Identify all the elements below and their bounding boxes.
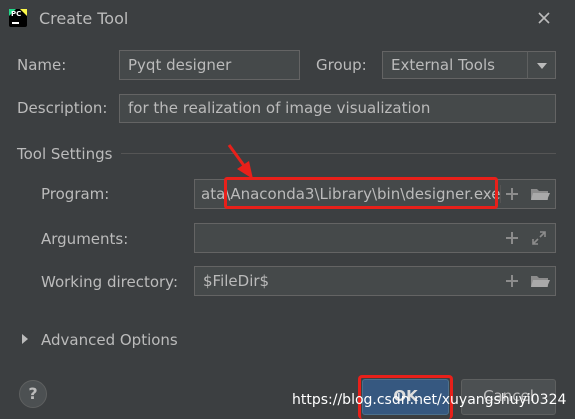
watermark: https://blog.csdn.net/xuyangshuyi0324: [292, 392, 567, 408]
working-directory-label: Working directory:: [41, 273, 179, 291]
close-icon[interactable]: [533, 7, 555, 29]
description-field[interactable]: for the realization of image visualizati…: [119, 94, 556, 123]
plus-icon[interactable]: [504, 230, 520, 246]
group-label: Group:: [316, 56, 367, 74]
help-button[interactable]: ?: [19, 380, 47, 408]
separator: [500, 185, 501, 203]
arguments-label: Arguments:: [41, 230, 129, 248]
advanced-options-toggle[interactable]: Advanced Options: [41, 331, 178, 349]
section-divider: [121, 153, 556, 154]
plus-icon[interactable]: [504, 273, 520, 289]
section-title: Tool Settings: [17, 145, 113, 163]
name-field[interactable]: Pyqt designer: [119, 50, 300, 80]
program-label: Program:: [41, 185, 110, 203]
arguments-field[interactable]: [194, 223, 556, 253]
plus-icon[interactable]: [504, 186, 520, 202]
title-bar: PC Create Tool: [0, 0, 575, 36]
dialog-title: Create Tool: [39, 9, 129, 28]
red-arrow-icon: [227, 144, 253, 179]
expand-arrow-icon[interactable]: [22, 334, 28, 344]
pycharm-logo-icon: PC: [9, 9, 27, 27]
working-directory-field[interactable]: $FileDir$: [194, 266, 556, 296]
expand-icon[interactable]: [531, 230, 547, 246]
description-label: Description:: [17, 99, 108, 117]
folder-icon[interactable]: [530, 186, 550, 202]
chevron-down-icon[interactable]: [527, 51, 556, 79]
name-label: Name:: [17, 56, 67, 74]
annotation-highlight-box: [224, 177, 498, 209]
folder-icon[interactable]: [530, 273, 550, 289]
group-select[interactable]: External Tools: [382, 51, 528, 79]
